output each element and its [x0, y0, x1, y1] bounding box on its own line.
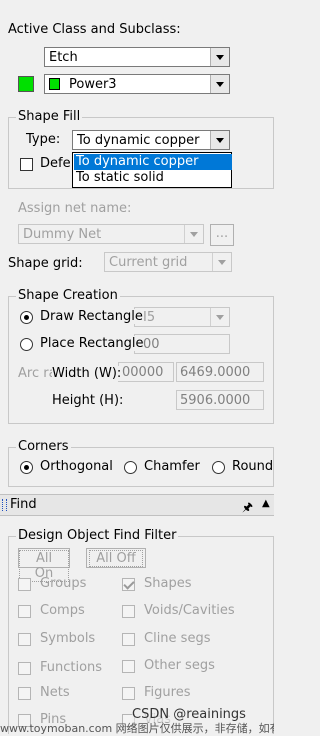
defer-checkbox[interactable] — [20, 158, 33, 171]
functions-label: Functions — [40, 660, 103, 675]
net-name-value: Dummy Net — [23, 227, 102, 242]
chamfer-radio[interactable] — [124, 461, 137, 474]
other-segs-checkbox[interactable] — [122, 660, 135, 673]
assign-net-label: Assign net name: — [18, 201, 132, 216]
figures-label: Figures — [144, 685, 191, 700]
chevron-down-icon[interactable] — [210, 131, 229, 149]
shape-grid-label: Shape grid: — [8, 256, 83, 271]
find-panel-title: Find — [10, 497, 37, 512]
chamfer-label: Chamfer — [144, 459, 200, 474]
shape-grid-value: Current grid — [109, 255, 188, 270]
height-label: Height (H): — [52, 393, 124, 408]
place-rectangle-label: Place Rectangle — [40, 336, 144, 351]
corners-legend: Corners — [16, 439, 71, 454]
creation-field[interactable]: 00 — [134, 334, 230, 354]
subclass-color-icon — [49, 78, 60, 90]
chevron-down-icon[interactable] — [210, 308, 229, 326]
chevron-down-icon[interactable] — [210, 48, 229, 66]
symbols-checkbox[interactable] — [18, 633, 31, 646]
creation-dropdown-value: I5 — [143, 310, 156, 325]
draw-rectangle-label: Draw Rectangle — [40, 309, 143, 324]
width-value-a: 00000 — [122, 365, 164, 380]
fill-type-value: To dynamic copper — [77, 133, 200, 148]
nets-label: Nets — [40, 685, 70, 700]
all-off-button[interactable]: All Off — [86, 548, 146, 568]
all-on-button[interactable]: All On — [18, 548, 70, 582]
shape-creation-legend: Shape Creation — [16, 288, 120, 303]
defer-label: Defe — [40, 156, 71, 171]
width-field-a[interactable]: 00000 — [118, 362, 174, 382]
width-value: 6469.0000 — [180, 365, 251, 380]
shape-fill-legend: Shape Fill — [16, 109, 83, 124]
voids-checkbox[interactable] — [122, 605, 135, 618]
figures-checkbox[interactable] — [122, 687, 135, 700]
height-field[interactable]: 5906.0000 — [176, 390, 264, 410]
width-label: Width (W): — [52, 366, 122, 381]
comps-label: Comps — [40, 603, 85, 618]
groups-checkbox[interactable] — [18, 578, 31, 591]
class-value: Etch — [49, 50, 78, 65]
type-label: Type: — [26, 132, 61, 147]
draw-rectangle-radio[interactable] — [20, 311, 33, 324]
creation-dropdown[interactable]: I5 — [134, 307, 230, 327]
round-label: Round — [232, 459, 274, 474]
chevron-down-icon[interactable] — [210, 75, 229, 93]
height-value: 5906.0000 — [180, 393, 251, 408]
fill-type-dropdown[interactable]: To dynamic copper — [72, 130, 230, 150]
comps-checkbox[interactable] — [18, 605, 31, 618]
active-class-label: Active Class and Subclass: — [8, 22, 181, 37]
round-radio[interactable] — [212, 461, 225, 474]
pin-icon[interactable]: 🖈 — [242, 498, 253, 519]
cline-segs-label: Cline segs — [144, 631, 211, 646]
find-panel-titlebar[interactable]: Find 🖈 ▲ — [0, 494, 274, 516]
nets-checkbox[interactable] — [18, 687, 31, 700]
other-segs-label: Other segs — [144, 658, 215, 673]
find-filter-legend: Design Object Find Filter — [16, 528, 179, 543]
subclass-dropdown[interactable]: Power3 — [44, 74, 230, 94]
fill-type-list[interactable]: To dynamic copper To static solid — [72, 152, 232, 188]
subclass-color-swatch[interactable] — [18, 76, 34, 92]
shapes-label: Shapes — [144, 576, 192, 591]
class-dropdown[interactable]: Etch — [44, 47, 230, 67]
chevron-down-icon[interactable] — [184, 225, 203, 243]
groups-label: Groups — [40, 576, 87, 591]
net-name-dropdown[interactable]: Dummy Net — [18, 224, 204, 244]
orthogonal-radio[interactable] — [20, 461, 33, 474]
shapes-checkbox[interactable] — [122, 578, 135, 591]
shape-grid-dropdown[interactable]: Current grid — [104, 252, 232, 272]
creation-field-value: 00 — [143, 337, 160, 352]
cline-segs-checkbox[interactable] — [122, 633, 135, 646]
collapse-icon[interactable]: ▲ — [262, 498, 270, 509]
option-static-solid[interactable]: To static solid — [74, 170, 232, 186]
orthogonal-label: Orthogonal — [40, 459, 113, 474]
functions-checkbox[interactable] — [18, 662, 31, 675]
arc-radius-label: Arc ra — [18, 366, 57, 381]
subclass-value: Power3 — [69, 77, 117, 92]
browse-net-button[interactable]: ... — [210, 224, 234, 246]
browse-label: ... — [215, 226, 229, 241]
place-rectangle-radio[interactable] — [20, 338, 33, 351]
symbols-label: Symbols — [40, 631, 96, 646]
grip-icon[interactable] — [2, 499, 7, 511]
voids-label: Voids/Cavities — [144, 603, 235, 618]
width-field[interactable]: 6469.0000 — [176, 362, 264, 382]
chevron-down-icon[interactable] — [212, 253, 231, 271]
all-off-label: All Off — [89, 550, 143, 567]
option-dynamic-copper[interactable]: To dynamic copper — [74, 154, 232, 170]
